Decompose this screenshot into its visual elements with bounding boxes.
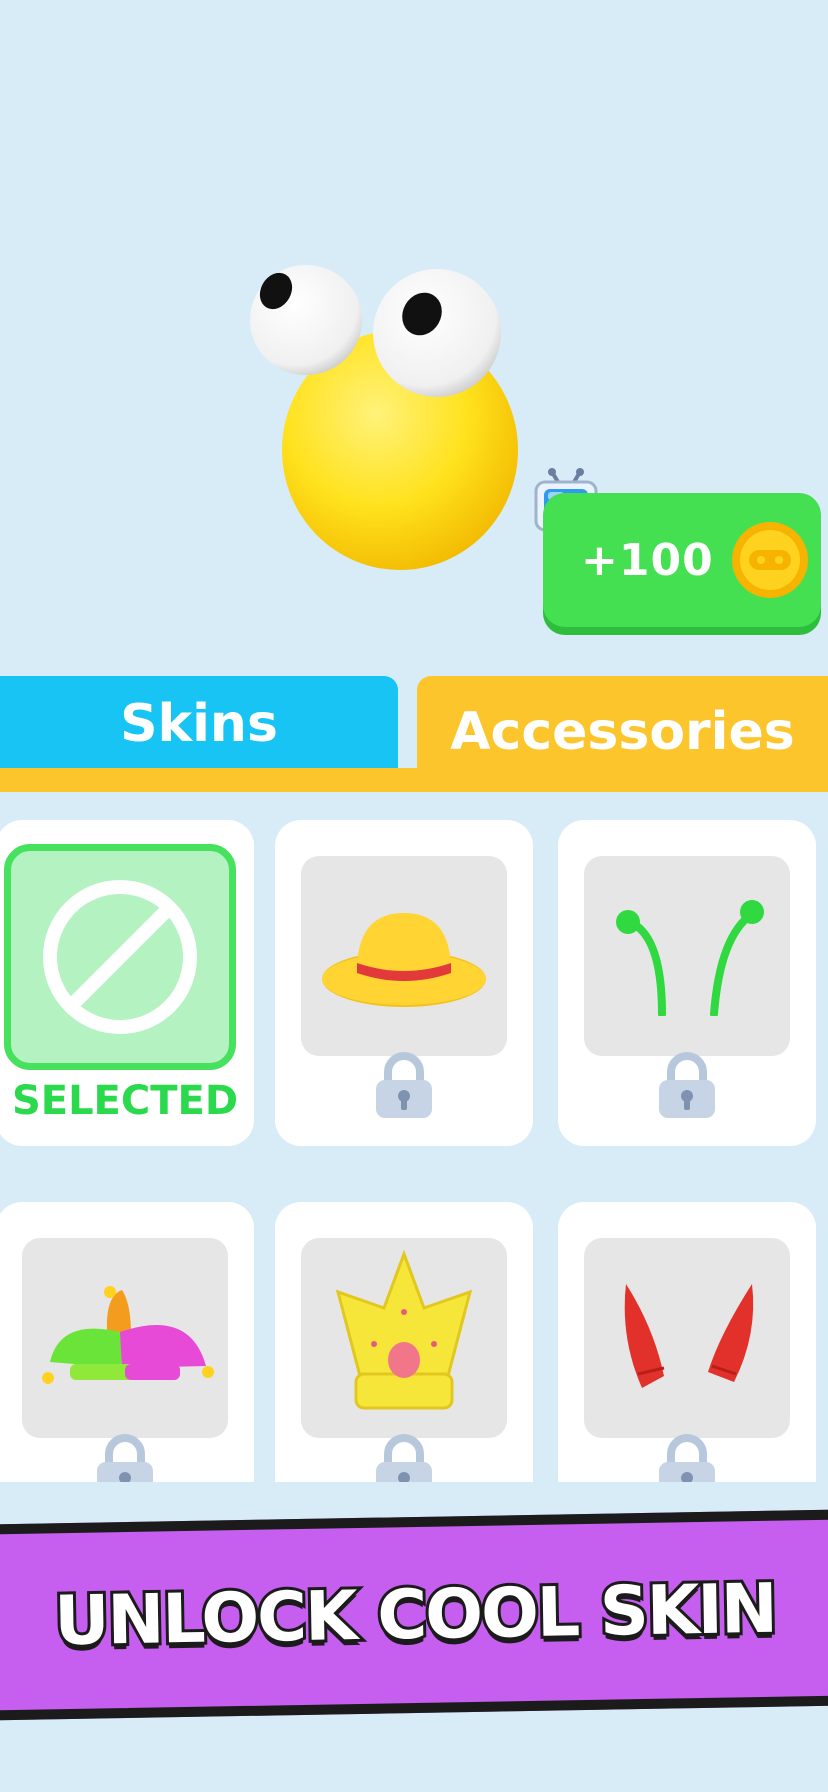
item-slot	[301, 1238, 507, 1438]
character-preview	[250, 265, 518, 570]
item-card-straw-hat[interactable]	[275, 820, 533, 1146]
item-card-antennae[interactable]	[558, 820, 816, 1146]
item-card-none[interactable]: SELECTED	[0, 820, 254, 1146]
tab-skins[interactable]: Skins	[0, 676, 398, 772]
item-slot	[584, 1238, 790, 1438]
item-card-jester-hat[interactable]	[0, 1202, 254, 1482]
watch-ad-reward-button[interactable]: +100	[543, 493, 821, 627]
straw-hat-icon	[322, 913, 486, 1007]
tab-underline	[0, 768, 828, 792]
item-card-crown[interactable]	[275, 1202, 533, 1482]
lock-icon	[376, 1434, 432, 1482]
promo-banner-text: UNLOCK COOL SKIN	[51, 1566, 780, 1664]
jester-hat-icon	[42, 1286, 214, 1384]
crown-icon	[335, 1249, 473, 1410]
lock-icon	[97, 1434, 153, 1482]
lock-icon	[659, 1052, 715, 1118]
none-icon	[43, 880, 197, 1034]
selected-label: SELECTED	[11, 1078, 239, 1124]
devil-horns-icon	[624, 1284, 754, 1388]
coin-icon	[731, 522, 808, 598]
items-grid: SELECTED	[0, 820, 828, 1482]
item-slot	[584, 856, 790, 1056]
lock-icon	[659, 1434, 715, 1482]
lock-icon	[376, 1052, 432, 1118]
item-card-devil-horns[interactable]	[558, 1202, 816, 1482]
tab-accessories-label: Accessories	[450, 702, 795, 762]
reward-amount: +100	[581, 534, 714, 586]
antennae-icon	[616, 900, 764, 1016]
item-slot-selected	[4, 844, 236, 1070]
tab-skins-label: Skins	[120, 694, 278, 754]
item-slot	[22, 1238, 228, 1438]
promo-banner: UNLOCK COOL SKIN	[0, 1509, 828, 1721]
item-slot	[301, 856, 507, 1056]
